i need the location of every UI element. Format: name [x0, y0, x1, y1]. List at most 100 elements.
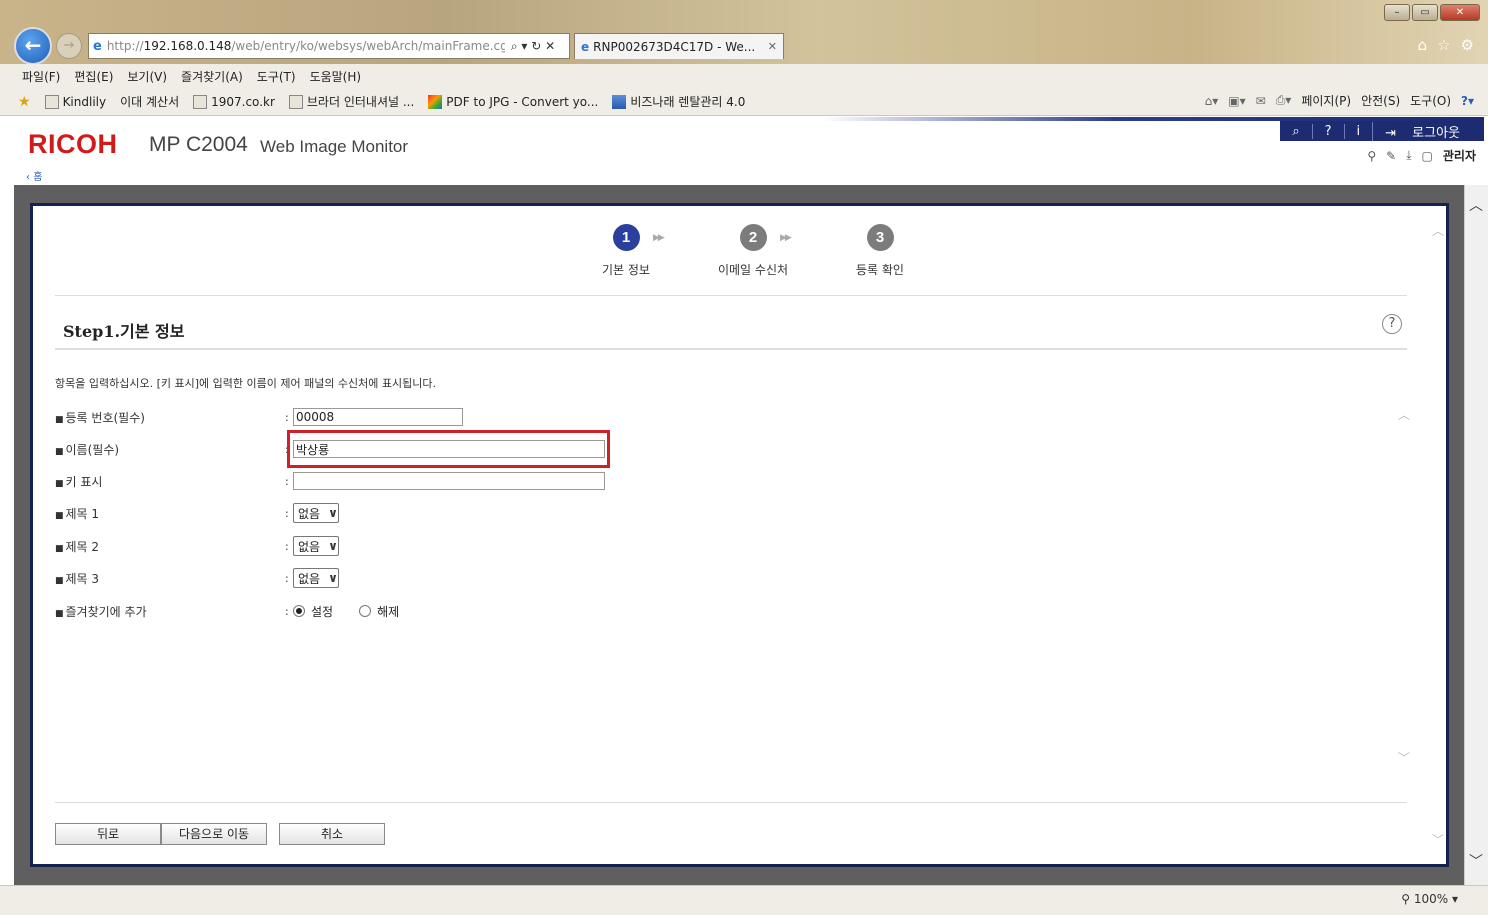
back-button[interactable]: 뒤로 — [55, 823, 161, 845]
close-tab-icon[interactable]: ✕ — [768, 40, 777, 53]
title1-select[interactable]: 없음 ∨ — [293, 503, 339, 523]
cmd-page[interactable]: 페이지(P) — [1301, 92, 1351, 109]
name-label: 이름(필수) — [55, 441, 285, 458]
fav-calc[interactable]: 이대 계산서 — [120, 93, 179, 110]
step-3: 3 등록 확인 — [835, 224, 925, 278]
device-icon: ▢ — [1421, 148, 1433, 163]
feed-icon[interactable]: ▣▾ — [1228, 94, 1245, 108]
header-toolbar: ⌕ ? i ⇥ 로그아웃 — [1280, 121, 1484, 141]
ie-page-icon: e — [93, 38, 102, 54]
favorite-radio-group: 설정 해제 — [293, 603, 399, 620]
menu-help[interactable]: 도움말(H) — [310, 68, 362, 85]
page-icon — [288, 94, 303, 109]
product-name: Web Image Monitor — [260, 137, 409, 156]
title1-label: 제목 1 — [55, 505, 285, 522]
menu-edit[interactable]: 편집(E) — [74, 68, 113, 85]
title2-select[interactable]: 없음 ∨ — [293, 536, 339, 556]
title2-label: 제목 2 — [55, 538, 285, 555]
back-arrow-icon[interactable]: ← — [14, 27, 52, 65]
tool-icon: ✎ — [1386, 148, 1397, 163]
scroll-up-icon[interactable]: ︿ — [1469, 195, 1483, 215]
admin-label: 관리자 — [1442, 149, 1476, 163]
fav-brother[interactable]: 브라더 인터내셔널 ... — [288, 93, 414, 110]
fav-star-icon[interactable]: ★ — [18, 94, 31, 110]
ricoh-logo: RICOH — [28, 129, 118, 159]
browser-tab[interactable]: e RNP002673D4C17D - We... ✕ — [574, 33, 784, 59]
ricoh-header: RICOH MP C2004 Web Image Monitor ⌕ ? i ⇥… — [14, 117, 1484, 173]
address-tools[interactable]: ⌕ ▾ ↻ ✕ — [511, 39, 555, 54]
page-icon — [193, 94, 208, 109]
zoom-control[interactable]: ⚲ 100% ▾ — [1401, 892, 1458, 906]
favorites-star-icon[interactable]: ☆ — [1437, 36, 1450, 54]
header-stripe — [14, 117, 1484, 121]
address-bar[interactable]: e http://192.168.0.148/web/entry/ko/webs… — [88, 33, 570, 59]
refresh-icon[interactable]: ↻ — [531, 39, 541, 53]
search-icon[interactable]: ⌕ — [1280, 124, 1311, 139]
page-scrollbar[interactable]: ︿ ﹀ — [1464, 185, 1488, 885]
search-icon[interactable]: ⌕ — [511, 39, 518, 53]
row-key-display: 키 표시 : — [55, 470, 605, 492]
key-display-label: 키 표시 — [55, 473, 285, 490]
window-controls: – ▭ ✕ — [1384, 4, 1480, 21]
browser-top-icons: ⌂ ☆ ⚙ — [1418, 36, 1474, 54]
breadcrumb[interactable]: ‹ 홈 — [14, 173, 1484, 185]
form-scroll-up-icon[interactable]: ︿ — [1398, 406, 1410, 423]
favorite-on-radio[interactable] — [293, 605, 305, 617]
address-url[interactable]: http://192.168.0.148/web/entry/ko/websys… — [107, 39, 505, 53]
fav-biznarae[interactable]: 비즈나래 렌탈관리 4.0 — [612, 93, 745, 110]
menu-file[interactable]: 파일(F) — [22, 68, 60, 85]
row-title3: 제목 3 : 없음 ∨ — [55, 567, 339, 589]
home-cmd-icon[interactable]: ⌂▾ — [1205, 94, 1219, 108]
reg-number-input[interactable] — [293, 408, 463, 426]
download-icon: ⤓ — [1406, 148, 1412, 162]
cmd-safety[interactable]: 안전(S) — [1361, 92, 1400, 109]
page-icon — [44, 94, 59, 109]
fav-kindlily[interactable]: Kindlily — [44, 94, 106, 109]
chevron-down-icon: ∨ — [328, 571, 338, 585]
row-favorite: 즐겨찾기에 추가 : 설정 해제 — [55, 600, 400, 622]
home-icon[interactable]: ⌂ — [1418, 36, 1428, 54]
fav-1907[interactable]: 1907.co.kr — [193, 94, 275, 109]
forward-arrow-icon[interactable]: → — [56, 33, 82, 59]
step-3-number: 3 — [866, 224, 894, 251]
minimize-button[interactable]: – — [1384, 4, 1410, 21]
step-2-number: 2 — [739, 224, 767, 251]
cancel-button[interactable]: 취소 — [279, 823, 385, 845]
info-icon[interactable]: i — [1343, 123, 1373, 139]
key-display-input[interactable] — [293, 472, 605, 490]
step-1-label: 기본 정보 — [602, 263, 650, 277]
name-field-highlight — [287, 430, 610, 468]
browser-titlebar: – ▭ ✕ ← → e http://192.168.0.148/web/ent… — [0, 0, 1488, 65]
maximize-button[interactable]: ▭ — [1412, 4, 1438, 21]
zoom-icon: ⚲ — [1401, 892, 1411, 906]
menu-tools[interactable]: 도구(T) — [257, 68, 296, 85]
row-title1: 제목 1 : 없음 ∨ — [55, 502, 339, 524]
menu-favorites[interactable]: 즐겨찾기(A) — [181, 68, 243, 85]
help-icon[interactable]: ?▾ — [1461, 94, 1474, 108]
mail-icon[interactable]: ✉ — [1256, 94, 1266, 108]
logout-button[interactable]: ⇥ 로그아웃 — [1372, 121, 1484, 141]
gear-icon[interactable]: ⚙ — [1461, 36, 1474, 54]
close-window-button[interactable]: ✕ — [1440, 4, 1480, 21]
header-sub: ⚲ ✎ ⤓ ▢ 관리자 — [1367, 147, 1476, 164]
favorite-off-radio[interactable] — [359, 605, 372, 617]
dialog-scroll-up-icon[interactable]: ︿ — [1432, 222, 1444, 239]
status-bar: ⚲ 100% ▾ — [0, 885, 1488, 915]
fav-pdf-to-jpg[interactable]: PDF to JPG - Convert yo... — [428, 94, 598, 109]
favorite-on-label: 설정 — [311, 604, 334, 619]
title3-label: 제목 3 — [55, 570, 285, 587]
title3-select[interactable]: 없음 ∨ — [293, 568, 339, 588]
scroll-down-icon[interactable]: ﹀ — [1469, 851, 1483, 871]
next-button[interactable]: 다음으로 이동 — [161, 823, 267, 845]
help-question-icon[interactable]: ? — [1311, 123, 1344, 139]
print-icon[interactable]: ⎙▾ — [1276, 93, 1292, 108]
dialog-scroll-down-icon[interactable]: ﹀ — [1432, 831, 1444, 848]
chevron-down-icon: ∨ — [328, 539, 338, 553]
menu-view[interactable]: 보기(V) — [127, 68, 167, 85]
favorite-label: 즐겨찾기에 추가 — [55, 603, 285, 620]
biz-icon — [612, 94, 627, 109]
form-scroll-down-icon[interactable]: ﹀ — [1398, 749, 1410, 766]
pdf-icon — [428, 94, 443, 109]
help-circle-icon[interactable]: ? — [1382, 314, 1402, 334]
cmd-tools[interactable]: 도구(O) — [1410, 92, 1451, 109]
